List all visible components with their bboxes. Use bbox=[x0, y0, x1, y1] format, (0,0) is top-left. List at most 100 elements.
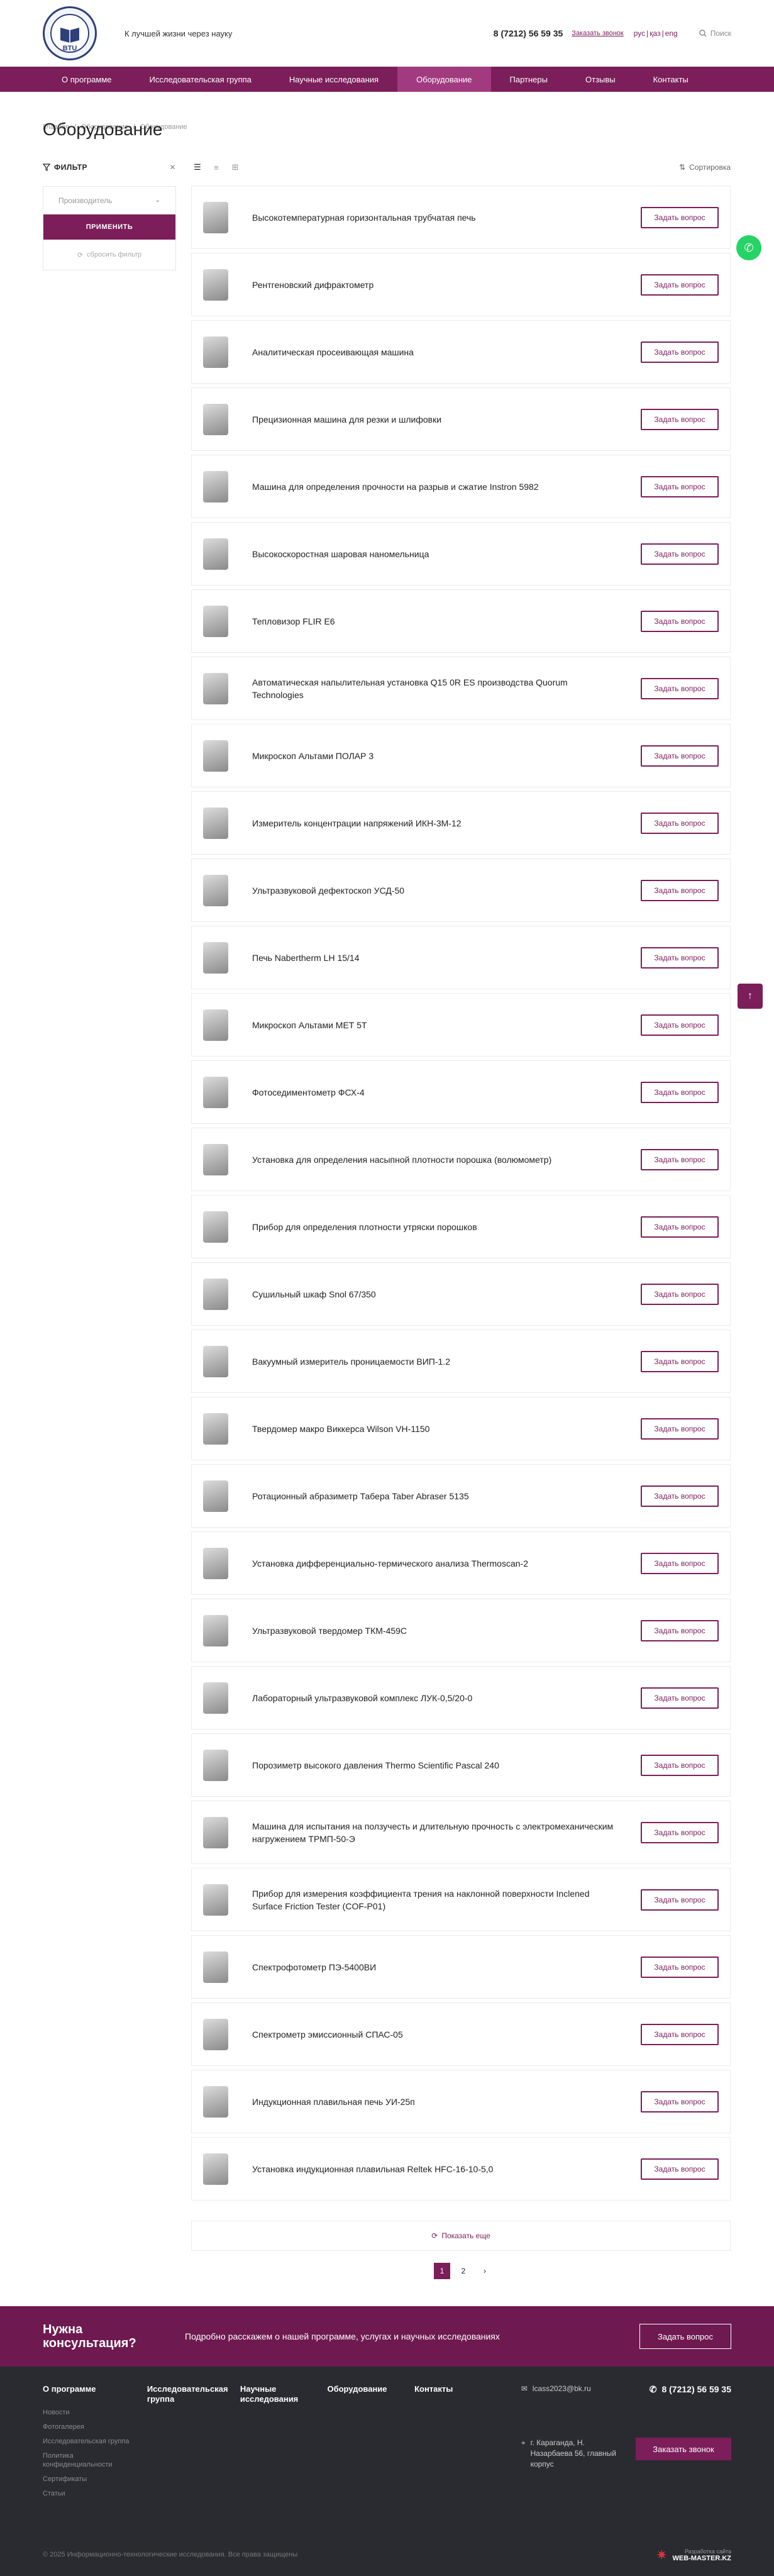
ask-question-button[interactable]: Задать вопрос bbox=[641, 1552, 719, 1574]
equipment-row[interactable]: Машина для определения прочности на разр… bbox=[191, 455, 731, 518]
equipment-row[interactable]: Ультразвуковой дефектоскоп УСД-50 Задать … bbox=[191, 858, 731, 922]
equipment-row[interactable]: Установка дифференциально-термического а… bbox=[191, 1531, 731, 1595]
equipment-title[interactable]: Спектрофотометр ПЭ-5400ВИ bbox=[252, 1961, 641, 1974]
equipment-thumbnail[interactable] bbox=[202, 804, 229, 843]
equipment-title[interactable]: Автоматическая напылительная установка Q… bbox=[252, 676, 641, 701]
equipment-thumbnail[interactable] bbox=[202, 1611, 229, 1650]
equipment-title[interactable]: Прецизионная машина для резки и шлифовки bbox=[252, 413, 641, 426]
equipment-title[interactable]: Фотоседиментометр ФСХ-4 bbox=[252, 1086, 641, 1099]
equipment-row[interactable]: Индукционная плавильная печь УИ-25п Задат… bbox=[191, 2070, 731, 2133]
apply-filter-button[interactable]: ПРИМЕНИТЬ bbox=[43, 214, 175, 240]
ask-question-button[interactable]: Задать вопрос bbox=[641, 1956, 719, 1978]
equipment-title[interactable]: Измеритель концентрации напряжений ИКН-3… bbox=[252, 817, 641, 830]
developer-credit[interactable]: ✷ Разработка сайта WEB-MASTER.KZ bbox=[656, 2547, 731, 2563]
footer-link-research-group[interactable]: Исследовательская группа bbox=[43, 2437, 132, 2446]
equipment-thumbnail[interactable] bbox=[202, 736, 229, 775]
equipment-row[interactable]: Микроскоп Альтами ПОЛАР 3 Задать вопрос bbox=[191, 724, 731, 787]
equipment-thumbnail[interactable] bbox=[202, 535, 229, 574]
equipment-thumbnail[interactable] bbox=[202, 2150, 229, 2189]
ask-question-button[interactable]: Задать вопрос bbox=[641, 1081, 719, 1103]
ask-question-button[interactable]: Задать вопрос bbox=[641, 812, 719, 834]
equipment-thumbnail[interactable] bbox=[202, 1073, 229, 1112]
equipment-row[interactable]: Автоматическая напылительная установка Q… bbox=[191, 657, 731, 720]
footer-research-title[interactable]: Научные исследования bbox=[240, 2384, 312, 2404]
lang-kz[interactable]: қаз bbox=[650, 29, 660, 38]
equipment-thumbnail[interactable] bbox=[202, 1880, 229, 1919]
filter-close-icon[interactable]: ✕ bbox=[169, 163, 176, 172]
scroll-top-icon[interactable]: ↑ bbox=[738, 984, 763, 1009]
ask-question-button[interactable]: Задать вопрос bbox=[641, 1283, 719, 1305]
equipment-title[interactable]: Порозиметр высокого давления Thermo Scie… bbox=[252, 1759, 641, 1772]
page-2[interactable]: 2 bbox=[455, 2263, 472, 2279]
equipment-title[interactable]: Установка для определения насыпной плотн… bbox=[252, 1153, 641, 1166]
equipment-title[interactable]: Рентгеновский дифрактометр bbox=[252, 279, 641, 291]
ask-question-button[interactable]: Задать вопрос bbox=[641, 745, 719, 767]
equipment-thumbnail[interactable] bbox=[202, 198, 229, 237]
equipment-title[interactable]: Ротационный абразиметр Табера Taber Abra… bbox=[252, 1490, 641, 1502]
ask-question-button[interactable]: Задать вопрос bbox=[641, 206, 719, 228]
equipment-title[interactable]: Вакуумный измеритель проницаемости ВИП-1… bbox=[252, 1355, 641, 1368]
equipment-row[interactable]: Фотоседиментометр ФСХ-4 Задать вопрос bbox=[191, 1060, 731, 1124]
view-list-icon[interactable]: ☰ bbox=[191, 161, 204, 174]
equipment-thumbnail[interactable] bbox=[202, 871, 229, 910]
equipment-thumbnail[interactable] bbox=[202, 669, 229, 708]
equipment-title[interactable]: Высокотемпературная горизонтальная трубч… bbox=[252, 211, 641, 224]
callback-link[interactable]: Заказать звонок bbox=[572, 30, 623, 37]
reset-filter-button[interactable]: ⟳ сбросить фильтр bbox=[43, 240, 175, 270]
equipment-thumbnail[interactable] bbox=[202, 1409, 229, 1448]
equipment-row[interactable]: Микроскоп Альтами МЕТ 5Т Задать вопрос bbox=[191, 993, 731, 1057]
equipment-row[interactable]: Прибор для определения плотности утряски… bbox=[191, 1195, 731, 1258]
ask-question-button[interactable]: Задать вопрос bbox=[641, 1687, 719, 1709]
equipment-title[interactable]: Аналитическая просеивающая машина bbox=[252, 346, 641, 358]
equipment-row[interactable]: Установка для определения насыпной плотн… bbox=[191, 1128, 731, 1191]
ask-question-button[interactable]: Задать вопрос bbox=[641, 947, 719, 969]
equipment-title[interactable]: Микроскоп Альтами МЕТ 5Т bbox=[252, 1019, 641, 1031]
logo[interactable]: BTU bbox=[43, 6, 97, 60]
search-button[interactable]: Поиск bbox=[699, 29, 731, 38]
equipment-thumbnail[interactable] bbox=[202, 1477, 229, 1516]
ask-question-button[interactable]: Задать вопрос bbox=[641, 475, 719, 497]
ask-question-button[interactable]: Задать вопрос bbox=[641, 1014, 719, 1036]
equipment-thumbnail[interactable] bbox=[202, 1948, 229, 1987]
ask-question-button[interactable]: Задать вопрос bbox=[641, 274, 719, 296]
lang-en[interactable]: eng bbox=[665, 29, 678, 38]
equipment-row[interactable]: Лабораторный ультразвуковой комплекс ЛУК… bbox=[191, 1666, 731, 1729]
ask-question-button[interactable]: Задать вопрос bbox=[641, 1619, 719, 1641]
equipment-thumbnail[interactable] bbox=[202, 1544, 229, 1583]
equipment-row[interactable]: Спектрометр эмиссионный СПАС-05 Задать во… bbox=[191, 2002, 731, 2066]
equipment-title[interactable]: Микроскоп Альтами ПОЛАР 3 bbox=[252, 750, 641, 762]
equipment-title[interactable]: Ультразвуковой твердомер ТКМ-459С bbox=[252, 1624, 641, 1637]
equipment-row[interactable]: Ротационный абразиметр Табера Taber Abra… bbox=[191, 1464, 731, 1528]
sort-button[interactable]: ⇅ Сортировка bbox=[679, 163, 731, 172]
equipment-thumbnail[interactable] bbox=[202, 333, 229, 372]
equipment-row[interactable]: Порозиметр высокого давления Thermo Scie… bbox=[191, 1733, 731, 1797]
equipment-row[interactable]: Машина для испытания на ползучесть и дли… bbox=[191, 1801, 731, 1864]
footer-email[interactable]: ✉ lcass2023@bk.ru bbox=[521, 2384, 591, 2429]
ask-question-button[interactable]: Задать вопрос bbox=[641, 1216, 719, 1238]
footer-contacts-title[interactable]: Контакты bbox=[414, 2384, 506, 2394]
footer-research-group-title[interactable]: Исследовательская группа bbox=[147, 2384, 228, 2404]
footer-phone[interactable]: ✆ 8 (7212) 56 59 35 bbox=[650, 2384, 731, 2429]
equipment-title[interactable]: Прибор для определения плотности утряски… bbox=[252, 1221, 641, 1233]
equipment-thumbnail[interactable] bbox=[202, 2082, 229, 2121]
equipment-thumbnail[interactable] bbox=[202, 265, 229, 304]
equipment-row[interactable]: Прибор для измерения коэффициента трения… bbox=[191, 1868, 731, 1931]
equipment-title[interactable]: Печь Nabertherm LH 15/14 bbox=[252, 952, 641, 964]
footer-equipment-title[interactable]: Оборудование bbox=[327, 2384, 399, 2394]
equipment-title[interactable]: Высокоскоростная шаровая наномельница bbox=[252, 548, 641, 560]
equipment-title[interactable]: Машина для определения прочности на разр… bbox=[252, 480, 641, 493]
equipment-row[interactable]: Спектрофотометр ПЭ-5400ВИ Задать вопрос bbox=[191, 1935, 731, 1999]
ask-question-button[interactable]: Задать вопрос bbox=[641, 2158, 719, 2180]
ask-question-button[interactable]: Задать вопрос bbox=[641, 1754, 719, 1776]
ask-question-button[interactable]: Задать вопрос bbox=[641, 677, 719, 699]
manufacturer-select[interactable]: Производитель ⌄ bbox=[43, 187, 175, 214]
equipment-title[interactable]: Установка индукционная плавильная Reltek… bbox=[252, 2163, 641, 2175]
equipment-row[interactable]: Ультразвуковой твердомер ТКМ-459С Задать … bbox=[191, 1599, 731, 1662]
equipment-title[interactable]: Сушильный шкаф Snol 67/350 bbox=[252, 1288, 641, 1301]
show-more-button[interactable]: ⟳ Показать еще bbox=[191, 2221, 731, 2251]
ask-question-button[interactable]: Задать вопрос bbox=[641, 610, 719, 632]
page-1[interactable]: 1 bbox=[434, 2263, 450, 2279]
footer-link-articles[interactable]: Статьи bbox=[43, 2489, 132, 2498]
consultation-ask-button[interactable]: Задать вопрос bbox=[639, 2324, 731, 2349]
ask-question-button[interactable]: Задать вопрос bbox=[641, 1821, 719, 1843]
